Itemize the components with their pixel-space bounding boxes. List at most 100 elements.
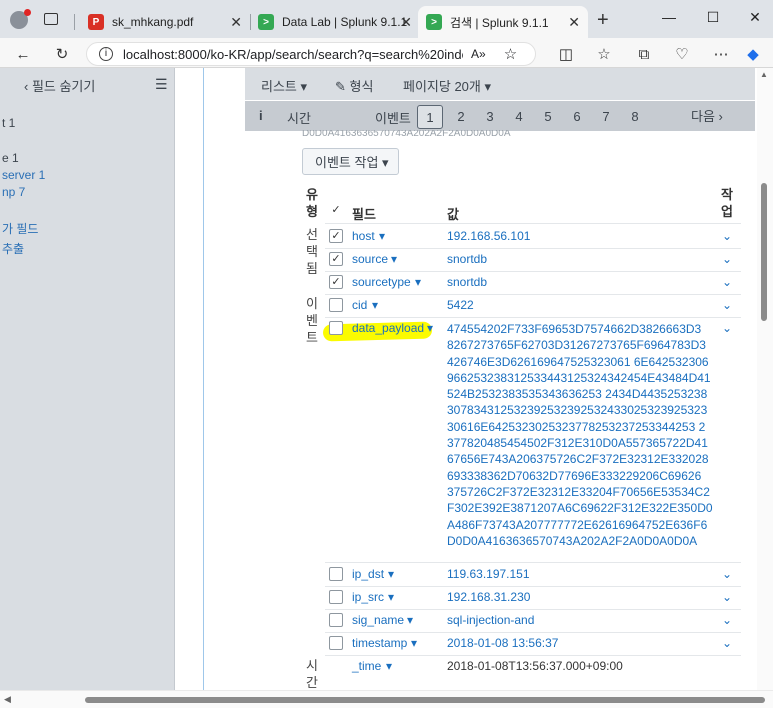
horizontal-scrollbar[interactable]: ◀ [0, 690, 773, 708]
scroll-up-icon[interactable]: ▲ [760, 70, 768, 79]
expand-chevron-icon[interactable]: ⌄ [722, 590, 732, 604]
hide-fields-toggle[interactable]: ‹ 필드 숨기기 [24, 76, 95, 95]
value-ip-dst[interactable]: 119.63.197.151 [447, 567, 530, 581]
page-7-button[interactable]: 7 [595, 105, 617, 129]
browser-essentials-icon[interactable]: ♡ [671, 44, 693, 64]
page-2-button[interactable]: 2 [450, 105, 472, 129]
sidebar-link-extract[interactable]: 추출 [2, 240, 24, 257]
tab-title: 검색 | Splunk 9.1.1 [450, 15, 549, 30]
close-window-icon[interactable]: ✕ [740, 6, 770, 28]
horizontal-scroll-thumb[interactable] [85, 697, 765, 703]
refresh-icon[interactable]: ↻ [51, 44, 73, 64]
header-action: 작업 [721, 187, 733, 219]
split-screen-icon[interactable]: ◫ [555, 44, 577, 64]
sidebar-field-item[interactable]: e 1 [2, 151, 19, 165]
page-6-button[interactable]: 6 [566, 105, 588, 129]
address-bar[interactable]: i localhost:8000/ko-KR/app/search/search… [86, 42, 536, 66]
tab-search[interactable]: > 검색 | Splunk 9.1.1 ✕ [418, 6, 588, 38]
vertical-scroll-thumb[interactable] [761, 183, 767, 321]
back-icon[interactable]: ← [12, 44, 34, 64]
field-sig-name[interactable]: sig_name [352, 613, 404, 627]
collections-icon[interactable]: ⧉ [633, 44, 655, 64]
payload-line: F302E392E3871207A6C69622F312E322E350D0 [447, 501, 713, 516]
page-8-button[interactable]: 8 [624, 105, 646, 129]
value-host[interactable]: 192.168.56.101 [447, 229, 530, 243]
expand-chevron-icon[interactable]: ⌄ [722, 567, 732, 581]
expand-chevron-icon[interactable]: ⌄ [722, 275, 732, 289]
value-source[interactable]: snortdb [447, 252, 487, 266]
read-aloud-icon[interactable]: A» [471, 47, 486, 61]
info-icon: i [259, 108, 263, 123]
close-tab-icon[interactable]: ✕ [400, 14, 412, 31]
value-data-payload[interactable]: 474554202F733F69653D7574662D3826663D3 82… [447, 321, 717, 549]
scroll-left-icon[interactable]: ◀ [4, 694, 11, 705]
minimize-icon[interactable]: — [654, 6, 684, 28]
select-all-checkbox[interactable]: ✓ [329, 203, 343, 217]
field-checkbox-source[interactable]: ✓ [329, 252, 343, 266]
field-cid[interactable]: cid [352, 298, 367, 312]
field-ip-dst[interactable]: ip_dst [352, 567, 384, 581]
expand-chevron-icon[interactable]: ⌄ [722, 252, 732, 266]
value-sig-name[interactable]: sql-injection-and [447, 613, 534, 627]
expand-chevron-icon[interactable]: ⌄ [722, 636, 732, 650]
chevron-down-icon: ▾ [415, 275, 422, 289]
tab-data-lab[interactable]: > Data Lab | Splunk 9.1.1 ✕ [250, 6, 420, 38]
tab-pdf[interactable]: P sk_mhkang.pdf ✕ [80, 6, 250, 38]
sidebar-field-item[interactable]: t 1 [2, 116, 15, 130]
expand-chevron-icon[interactable]: ⌄ [722, 321, 732, 335]
field-sourcetype[interactable]: sourcetype [352, 275, 411, 289]
field-timestamp[interactable]: timestamp [352, 636, 407, 650]
page-1-button[interactable]: 1 [417, 105, 443, 129]
field-checkbox-sourcetype[interactable]: ✓ [329, 275, 343, 289]
field-checkbox-host[interactable]: ✓ [329, 229, 343, 243]
value-timestamp[interactable]: 2018-01-08 13:56:37 [447, 636, 558, 650]
new-tab-icon[interactable]: + [597, 9, 609, 32]
next-page-link[interactable]: 다음 › [691, 106, 723, 125]
per-page-dropdown[interactable]: 페이지당 20개 ▾ [403, 76, 491, 95]
expand-chevron-icon[interactable]: ⌄ [722, 298, 732, 312]
row-divider [325, 562, 741, 563]
more-menu-icon[interactable]: ⋯ [710, 44, 732, 64]
row-divider [325, 586, 741, 587]
field-checkbox-cid[interactable] [329, 298, 343, 312]
list-view-dropdown[interactable]: 리스트 ▾ [261, 76, 307, 95]
url-text[interactable]: localhost:8000/ko-KR/app/search/search?q… [123, 47, 463, 62]
close-tab-icon[interactable]: ✕ [568, 14, 580, 31]
page-3-button[interactable]: 3 [479, 105, 501, 129]
field-checkbox-timestamp[interactable] [329, 636, 343, 650]
copilot-icon[interactable]: ◆ [742, 44, 764, 64]
sidebar-link-add-field[interactable]: 가 필드 [2, 220, 38, 237]
chevron-down-icon: ▾ [388, 590, 395, 604]
value-cid[interactable]: 5422 [447, 298, 474, 312]
value-sourcetype[interactable]: snortdb [447, 275, 487, 289]
field-checkbox-sig-name[interactable] [329, 613, 343, 627]
page-5-button[interactable]: 5 [537, 105, 559, 129]
field-time[interactable]: _time [352, 659, 381, 673]
list-view-icon[interactable]: ☰ [155, 76, 168, 93]
info-icon[interactable]: i [99, 47, 113, 61]
tab-actions-icon[interactable] [44, 13, 58, 25]
field-host[interactable]: host [352, 229, 375, 243]
expand-chevron-icon[interactable]: ⌄ [722, 613, 732, 627]
vertical-scrollbar[interactable]: ▲ [757, 68, 773, 690]
event-actions-button[interactable]: 이벤트 작업 ▾ [302, 148, 399, 175]
field-checkbox-ip-src[interactable] [329, 590, 343, 604]
expand-chevron-icon[interactable]: ⌄ [722, 229, 732, 243]
field-checkbox-data-payload[interactable] [329, 321, 343, 335]
favorite-star-icon[interactable]: ☆ [504, 45, 517, 63]
row-divider [325, 248, 741, 249]
maximize-icon[interactable]: ☐ [698, 6, 728, 28]
field-ip-src[interactable]: ip_src [352, 590, 384, 604]
sidebar-field-item[interactable]: np 7 [2, 185, 25, 199]
field-data-payload[interactable]: data_payload [352, 321, 424, 335]
favorites-icon[interactable]: ☆ [593, 44, 615, 64]
page-4-button[interactable]: 4 [508, 105, 530, 129]
column-header-time[interactable]: 시간 [287, 108, 311, 127]
field-source[interactable]: source [352, 252, 388, 266]
sidebar-field-item[interactable]: server 1 [2, 168, 45, 182]
close-tab-icon[interactable]: ✕ [230, 14, 242, 31]
format-button[interactable]: ✎ 형식 [335, 76, 373, 95]
column-header-event[interactable]: 이벤트 [375, 108, 411, 127]
value-ip-src[interactable]: 192.168.31.230 [447, 590, 530, 604]
field-checkbox-ip-dst[interactable] [329, 567, 343, 581]
